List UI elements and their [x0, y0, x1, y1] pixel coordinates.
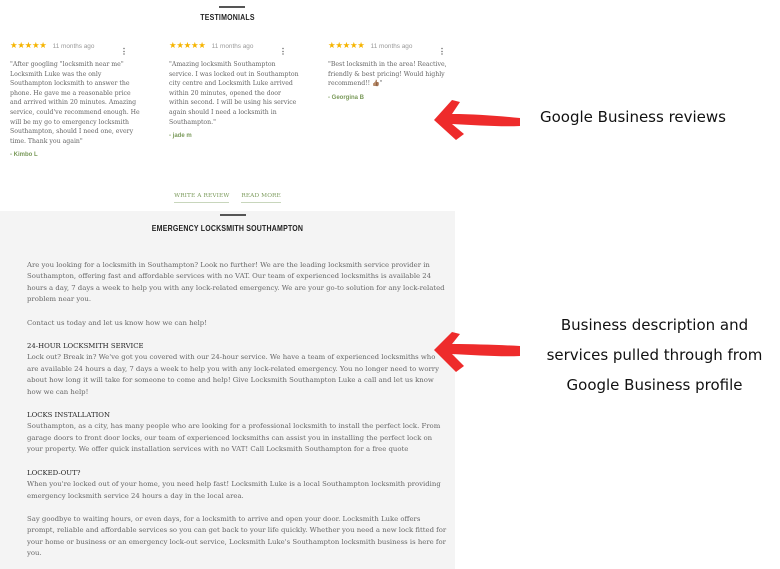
review-text: "Amazing locksmith Southampton service. … — [169, 61, 299, 126]
star-rating: ★★★★★ — [328, 40, 365, 51]
business-description: Are you looking for a locksmith in South… — [27, 260, 447, 560]
emergency-title: EMERGENCY LOCKSMITH SOUTHAMPTON — [151, 225, 304, 234]
review-text: "After googling "locksmith near me" Lock… — [10, 61, 140, 145]
read-more-link[interactable]: READ MORE — [241, 193, 281, 203]
arrow-left-icon — [434, 100, 520, 140]
review-card: ★★★★★ 11 months ago ⋮ "Best locksmith in… — [328, 40, 458, 101]
testimonials-section: TESTIMONIALS ★★★★★ 11 months ago ⋮ "Afte… — [0, 0, 455, 211]
service-heading: LOCKS INSTALLATION — [27, 411, 110, 420]
review-age: 11 months ago — [211, 42, 254, 50]
arrow-left-icon — [434, 332, 520, 372]
write-review-link[interactable]: WRITE A REVIEW — [174, 193, 230, 203]
service-body: Southampton, as a city, has many people … — [27, 422, 441, 454]
star-rating: ★★★★★ — [169, 40, 206, 51]
closing-paragraph: Say goodbye to waiting hours, or even da… — [27, 514, 447, 558]
service-body: When you're locked out of your home, you… — [27, 480, 441, 500]
emergency-locksmith-section: EMERGENCY LOCKSMITH SOUTHAMPTON Are you … — [0, 211, 455, 569]
annotation-reviews: Google Business reviews — [540, 108, 726, 126]
annotation-line: Business description and — [560, 316, 749, 334]
review-age: 11 months ago — [52, 42, 95, 50]
review-author: - jade m — [169, 133, 192, 140]
section-divider — [219, 6, 245, 8]
review-links: WRITE A REVIEW READ MORE — [0, 193, 455, 203]
more-vertical-icon[interactable]: ⋮ — [279, 47, 287, 55]
review-card: ★★★★★ 11 months ago ⋮ "Amazing locksmith… — [169, 40, 299, 139]
annotation-line: services pulled through from — [546, 346, 763, 364]
testimonials-title: TESTIMONIALS — [200, 14, 255, 23]
service-heading: LOCKED-OUT? — [27, 468, 81, 477]
annotation-description: Business description and services pulled… — [527, 310, 780, 400]
intro-paragraph: Are you looking for a locksmith in South… — [27, 261, 445, 304]
star-rating: ★★★★★ — [10, 40, 47, 51]
review-author: - Kimbo L — [10, 152, 38, 159]
more-vertical-icon[interactable]: ⋮ — [438, 47, 446, 55]
annotation-line: Google Business profile — [566, 376, 743, 394]
review-text: "Best locksmith in the area! Reactive, f… — [328, 61, 447, 88]
contact-paragraph: Contact us today and let us know how we … — [27, 318, 207, 327]
more-vertical-icon[interactable]: ⋮ — [120, 47, 128, 55]
service-heading: 24-HOUR LOCKSMITH SERVICE — [27, 342, 144, 351]
review-card: ★★★★★ 11 months ago ⋮ "After googling "l… — [10, 40, 140, 159]
service-body: Lock out? Break in? We've got you covere… — [27, 353, 439, 396]
section-divider — [220, 214, 246, 216]
review-age: 11 months ago — [370, 42, 413, 50]
website-page: TESTIMONIALS ★★★★★ 11 months ago ⋮ "Afte… — [0, 0, 455, 569]
